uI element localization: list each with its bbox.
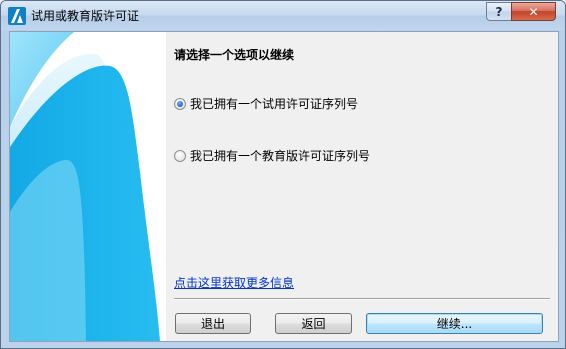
continue-button[interactable]: 继续...	[366, 313, 543, 334]
help-button[interactable]: ?	[486, 2, 512, 21]
options-panel: 请选择一个选项以继续 我已拥有一个试用许可证序列号 我已拥有一个教育版许可证序列…	[166, 32, 558, 341]
button-separator	[174, 298, 550, 300]
instruction-heading: 请选择一个选项以继续	[174, 48, 295, 62]
window-title: 试用或教育版许可证	[31, 9, 140, 23]
close-button[interactable]: ✕	[511, 2, 556, 21]
help-icon: ?	[495, 4, 503, 19]
radio-education-serial[interactable]	[174, 149, 186, 162]
side-banner-graphic	[10, 32, 166, 341]
close-icon: ✕	[528, 4, 539, 19]
license-dialog-window: 试用或教育版许可证 ? ✕ 请选择一个选项以继续 我已拥有一个试用许可证序列号 …	[0, 0, 566, 349]
option-education-serial-label: 我已拥有一个教育版许可证序列号	[190, 149, 371, 163]
title-bar[interactable]: 试用或教育版许可证 ? ✕	[1, 1, 565, 30]
autodesk-a-logo-icon	[8, 7, 26, 25]
exit-button[interactable]: 退出	[175, 313, 251, 334]
more-info-link[interactable]: 点击这里获取更多信息	[174, 274, 294, 291]
option-trial-serial-label: 我已拥有一个试用许可证序列号	[190, 97, 359, 111]
option-education-serial[interactable]: 我已拥有一个教育版许可证序列号	[174, 147, 370, 164]
dialog-body: 请选择一个选项以继续 我已拥有一个试用许可证序列号 我已拥有一个教育版许可证序列…	[9, 31, 559, 342]
radio-trial-serial[interactable]	[174, 97, 186, 110]
back-button[interactable]: 返回	[275, 313, 352, 334]
option-trial-serial[interactable]: 我已拥有一个试用许可证序列号	[174, 95, 358, 112]
